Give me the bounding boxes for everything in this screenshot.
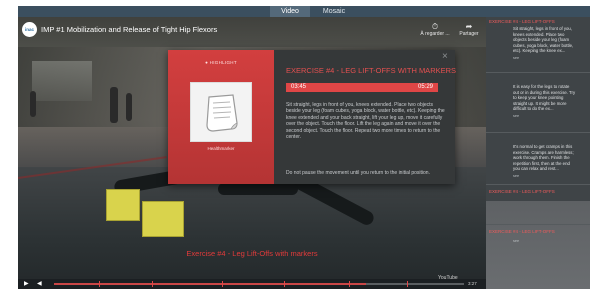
highlight-card[interactable]: EXERCISE #4 - LEG LIFT-OFFS see [486, 227, 590, 277]
watch-later-label: À regarder ... [420, 31, 450, 37]
time-display: 3:27 [468, 281, 477, 286]
card-divider [486, 184, 590, 185]
play-icon[interactable]: ▶ [24, 280, 29, 287]
video-title[interactable]: IMP #1 Mobilization and Release of Tight… [41, 25, 217, 34]
highlight-label: ● HIGHLIGHT [205, 60, 237, 65]
card-text-line: etc). Keeping the knee ex... [513, 48, 566, 54]
see-more-link[interactable]: see [513, 114, 519, 118]
chapter-marker[interactable] [283, 281, 285, 287]
chapter-marker[interactable] [406, 281, 408, 287]
share-button[interactable]: ➦ Partager [452, 22, 486, 38]
card-title: EXERCISE #4 - LEG LIFT-OFFS [489, 189, 555, 194]
view-tabs: Video Mosaic [18, 6, 590, 17]
close-icon[interactable]: × [442, 52, 448, 62]
card-divider [486, 132, 590, 133]
share-icon: ➦ [465, 22, 473, 31]
highlight-card[interactable]: It's normal to get cramps in this exercis… [486, 135, 590, 185]
scene-person [30, 91, 36, 117]
card-title: EXERCISE #4 - LEG LIFT-OFFS [489, 19, 555, 24]
scene-foam-cube [106, 189, 140, 221]
progress-fill [54, 283, 366, 285]
app-frame: Video Mosaic inac IMP #1 Mobilization an… [0, 0, 592, 290]
chapter-marker[interactable] [222, 281, 224, 287]
share-label: Partager [459, 31, 479, 37]
highlights-panel: EXERCISE #4 - LEG LIFT-OFFS Sit straight,… [486, 17, 590, 289]
highlight-card[interactable]: It is easy for the legs to rotate out or … [486, 75, 590, 125]
segment-end-time: 05:29 [417, 84, 433, 90]
video-caption: Exercise #4 - Leg Lift-Offs with markers [186, 249, 318, 258]
highlight-modal: ● HIGHLIGHT Healthmarker EXERCISE #4 - L… [168, 50, 457, 184]
exercise-note: Do not pause the movement until you retu… [286, 170, 430, 176]
left-margin [0, 17, 18, 289]
tab-mosaic[interactable]: Mosaic [314, 6, 354, 17]
exercise-description: Sit straight, legs in front of you, knee… [286, 102, 445, 141]
scene-body [218, 183, 298, 195]
clock-icon: ⏱ [431, 22, 439, 31]
thumbnail-caption: Healthmarker [207, 146, 235, 151]
scene-window [32, 61, 92, 101]
modal-title: EXERCISE #4 - LEG LIFT-OFFS WITH MARKERS [286, 66, 457, 75]
channel-logo[interactable]: inac [22, 22, 37, 37]
watch-later-button[interactable]: ⏱ À regarder ... [418, 22, 452, 38]
chapter-marker[interactable] [349, 281, 351, 287]
segment-start-time: 03:45 [291, 84, 307, 90]
segment-timebar[interactable]: 03:45 05:29 [286, 83, 438, 92]
progress-bar[interactable] [54, 281, 464, 287]
highlight-thumbnail[interactable] [190, 82, 252, 142]
card-text-line: difficult to do the ex... [513, 106, 554, 112]
scene-person [126, 93, 132, 121]
scene-foam-cube [142, 201, 184, 237]
document-icon [206, 94, 238, 132]
volume-icon[interactable]: ◀ [37, 280, 42, 287]
chapter-marker[interactable] [99, 281, 101, 287]
card-divider [486, 72, 590, 73]
player-controls: ▶ ◀ 3:27 [18, 279, 486, 289]
highlight-card[interactable]: EXERCISE #4 - LEG LIFT-OFFS Sit straight,… [486, 17, 590, 67]
tab-video[interactable]: Video [270, 6, 310, 17]
scene-person [110, 87, 118, 123]
see-more-link[interactable]: see [513, 239, 519, 243]
see-more-link[interactable]: see [513, 174, 519, 178]
chapter-marker[interactable] [152, 281, 154, 287]
card-text-line: you can relax and rest... [513, 166, 559, 172]
see-more-link[interactable]: see [513, 56, 519, 60]
card-divider [486, 224, 590, 225]
card-title: EXERCISE #4 - LEG LIFT-OFFS [489, 229, 555, 234]
highlight-sidebar: ● HIGHLIGHT Healthmarker [168, 50, 274, 184]
